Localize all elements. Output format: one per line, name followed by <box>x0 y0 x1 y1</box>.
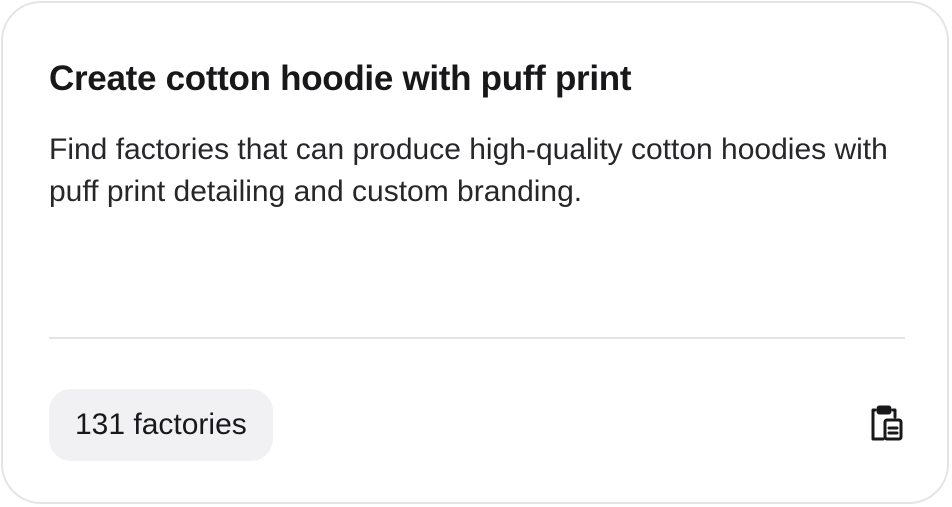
card-description: Find factories that can produce high-qua… <box>49 133 888 208</box>
card-title: Create cotton hoodie with puff print <box>49 59 632 98</box>
prompt-card[interactable]: Create cotton hoodie with puff print Fin… <box>1 1 949 504</box>
copy-button[interactable] <box>861 403 913 449</box>
factory-count-label: 131 factories <box>75 408 247 441</box>
clipboard-copy-icon <box>867 404 907 449</box>
divider <box>49 337 905 339</box>
factory-count-badge: 131 factories <box>49 389 273 461</box>
